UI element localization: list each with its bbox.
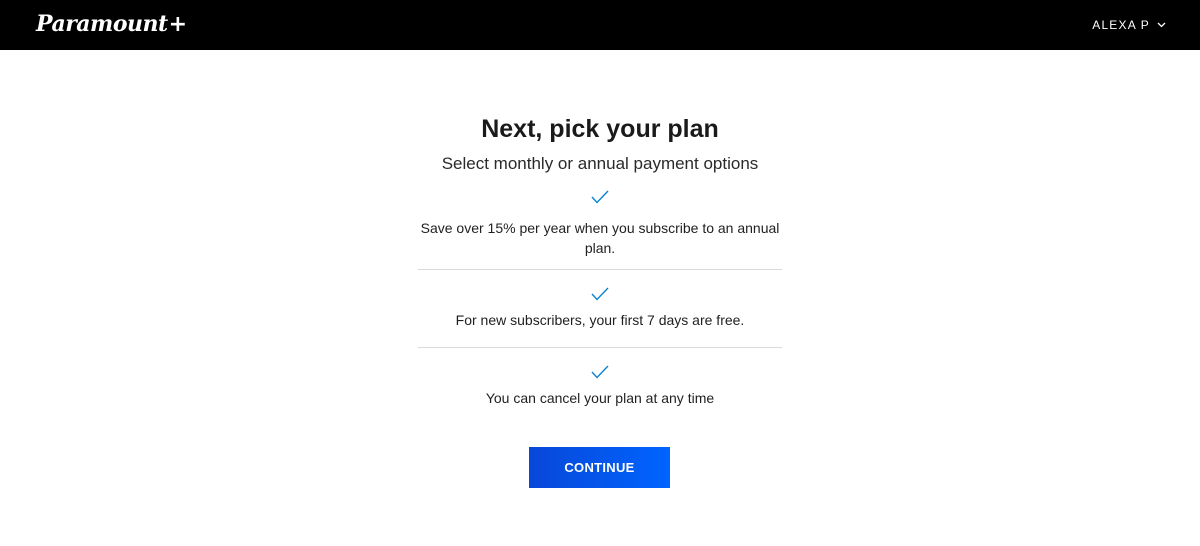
check-icon — [591, 190, 609, 204]
top-nav-bar: Paramount+ ALEXA P — [0, 0, 1200, 50]
benefit-item: For new subscribers, your first 7 days a… — [418, 270, 782, 348]
check-icon — [591, 365, 609, 379]
logo-wordmark: Paramount — [36, 11, 168, 37]
user-account-menu[interactable]: ALEXA P — [1092, 0, 1166, 50]
benefit-item: You can cancel your plan at any time — [418, 348, 782, 428]
benefit-text: Save over 15% per year when you subscrib… — [420, 220, 780, 256]
page-subtitle: Select monthly or annual payment options — [441, 154, 759, 173]
benefit-text: For new subscribers, your first 7 days a… — [455, 312, 745, 328]
continue-button[interactable]: CONTINUE — [529, 447, 670, 488]
user-name-label: ALEXA P — [1092, 18, 1150, 32]
logo-plus-sign: + — [168, 12, 187, 37]
chevron-down-icon — [1157, 22, 1166, 28]
paramount-plus-logo[interactable]: Paramount+ — [36, 9, 187, 40]
benefit-item: Save over 15% per year when you subscrib… — [418, 186, 782, 270]
benefit-text: You can cancel your plan at any time — [485, 390, 715, 406]
page-title: Next, pick your plan — [481, 115, 719, 143]
check-icon — [591, 287, 609, 301]
benefits-list: Save over 15% per year when you subscrib… — [418, 186, 782, 428]
